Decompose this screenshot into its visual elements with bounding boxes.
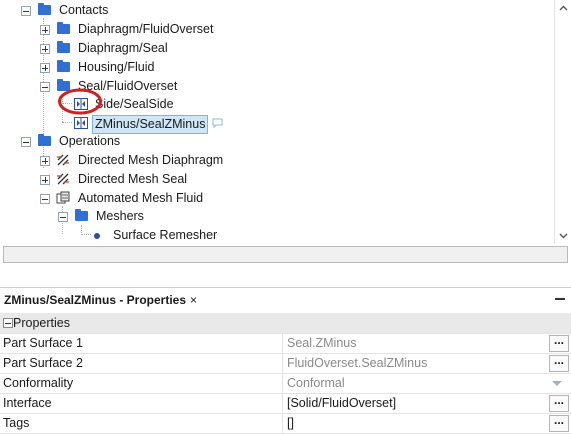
property-name: Tags xyxy=(3,416,30,430)
folder-icon xyxy=(38,3,51,15)
property-value: Seal.ZMinus xyxy=(287,336,357,350)
tree-guide-line xyxy=(81,234,91,235)
property-name: Part Surface 1 xyxy=(3,336,83,350)
property-value: Conformal xyxy=(287,376,345,390)
expand-icon[interactable] xyxy=(40,44,50,54)
contact-interface-icon xyxy=(74,98,88,110)
collapse-icon[interactable] xyxy=(21,6,31,16)
ellipsis-button[interactable]: ... xyxy=(549,334,569,352)
tree-node-label: Meshers xyxy=(96,209,144,223)
minimize-icon[interactable] xyxy=(555,298,565,300)
ellipsis-button[interactable]: ... xyxy=(549,414,569,432)
tree-guide-line xyxy=(62,122,72,123)
column-divider xyxy=(282,373,283,393)
expand-icon[interactable] xyxy=(40,175,50,185)
expand-icon[interactable] xyxy=(40,63,50,73)
folder-icon xyxy=(57,41,70,53)
folder-icon xyxy=(57,79,70,91)
directed-mesh-icon xyxy=(57,154,69,166)
property-value: FluidOverset.SealZMinus xyxy=(287,356,428,370)
tree-vertical-scrollbar[interactable] xyxy=(554,0,571,244)
tree-node-label: Seal/FluidOverset xyxy=(78,79,178,93)
folder-icon xyxy=(38,134,51,146)
column-divider xyxy=(282,353,283,373)
mesher-bullet-icon xyxy=(94,233,100,239)
ellipsis-button[interactable]: ... xyxy=(549,354,569,372)
collapse-icon[interactable] xyxy=(21,137,31,147)
tree-node-label: Directed Mesh Diaphragm xyxy=(78,153,224,167)
contact-interface-icon xyxy=(74,117,88,129)
automated-mesh-icon xyxy=(56,191,70,204)
property-row-interface[interactable]: Interface [Solid/FluidOverset] ... xyxy=(0,393,571,414)
column-divider xyxy=(282,413,283,433)
property-name: Interface xyxy=(3,396,52,410)
property-name: Part Surface 2 xyxy=(3,356,83,370)
tree-node-label: Housing/Fluid xyxy=(78,60,155,74)
tree-node-label: Directed Mesh Seal xyxy=(78,172,188,186)
property-row-tags[interactable]: Tags [] ... xyxy=(0,413,571,434)
tree-node-label: Diaphragm/Seal xyxy=(78,41,168,55)
column-divider xyxy=(282,393,283,413)
panel-divider xyxy=(0,287,571,288)
simulation-tree: Contacts Diaphragm/FluidOverset Diaphrag… xyxy=(0,0,571,244)
properties-group-label: Properties xyxy=(13,316,70,330)
tree-node-label: Side/SealSide xyxy=(95,97,174,111)
tree-horizontal-scrollbar[interactable] xyxy=(3,246,568,263)
tree-node-label: Diaphragm/FluidOverset xyxy=(78,22,214,36)
collapse-icon[interactable] xyxy=(40,82,50,92)
tree-guide-line xyxy=(62,94,63,122)
ellipsis-button[interactable]: ... xyxy=(549,394,569,412)
chevron-down-icon[interactable] xyxy=(559,231,568,240)
expand-icon[interactable] xyxy=(40,156,50,166)
directed-mesh-icon xyxy=(57,173,69,185)
property-row-part-surface-2[interactable]: Part Surface 2 FluidOverset.SealZMinus .… xyxy=(0,353,571,374)
chevron-up-icon[interactable] xyxy=(559,4,568,13)
folder-icon xyxy=(57,22,70,34)
tree-node-label: Automated Mesh Fluid xyxy=(78,191,204,205)
property-value: [] xyxy=(287,416,294,430)
tree-node-label: Contacts xyxy=(59,3,109,17)
column-divider xyxy=(282,333,283,353)
tree-guide-line xyxy=(62,103,72,104)
dropdown-arrow-icon[interactable] xyxy=(552,381,562,386)
expand-icon[interactable] xyxy=(40,25,50,35)
folder-icon xyxy=(57,60,70,72)
collapse-icon[interactable] xyxy=(58,212,68,222)
properties-tab-title: ZMinus/SealZMinus - Properties xyxy=(4,293,187,307)
properties-tab[interactable]: ZMinus/SealZMinus - Properties × xyxy=(0,289,201,311)
property-value: [Solid/FluidOverset] xyxy=(287,396,397,410)
tree-node-label: Operations xyxy=(59,134,121,148)
comment-icon xyxy=(212,118,223,128)
collapse-icon[interactable] xyxy=(40,194,50,204)
properties-group-row[interactable]: Properties xyxy=(0,313,571,334)
property-row-part-surface-1[interactable]: Part Surface 1 Seal.ZMinus ... xyxy=(0,333,571,354)
property-row-conformality[interactable]: Conformality Conformal xyxy=(0,373,571,394)
property-name: Conformality xyxy=(3,376,74,390)
collapse-icon[interactable] xyxy=(3,318,13,328)
tree-node-label: Surface Remesher xyxy=(113,228,218,242)
close-icon[interactable]: × xyxy=(190,293,197,307)
folder-icon xyxy=(75,209,88,221)
